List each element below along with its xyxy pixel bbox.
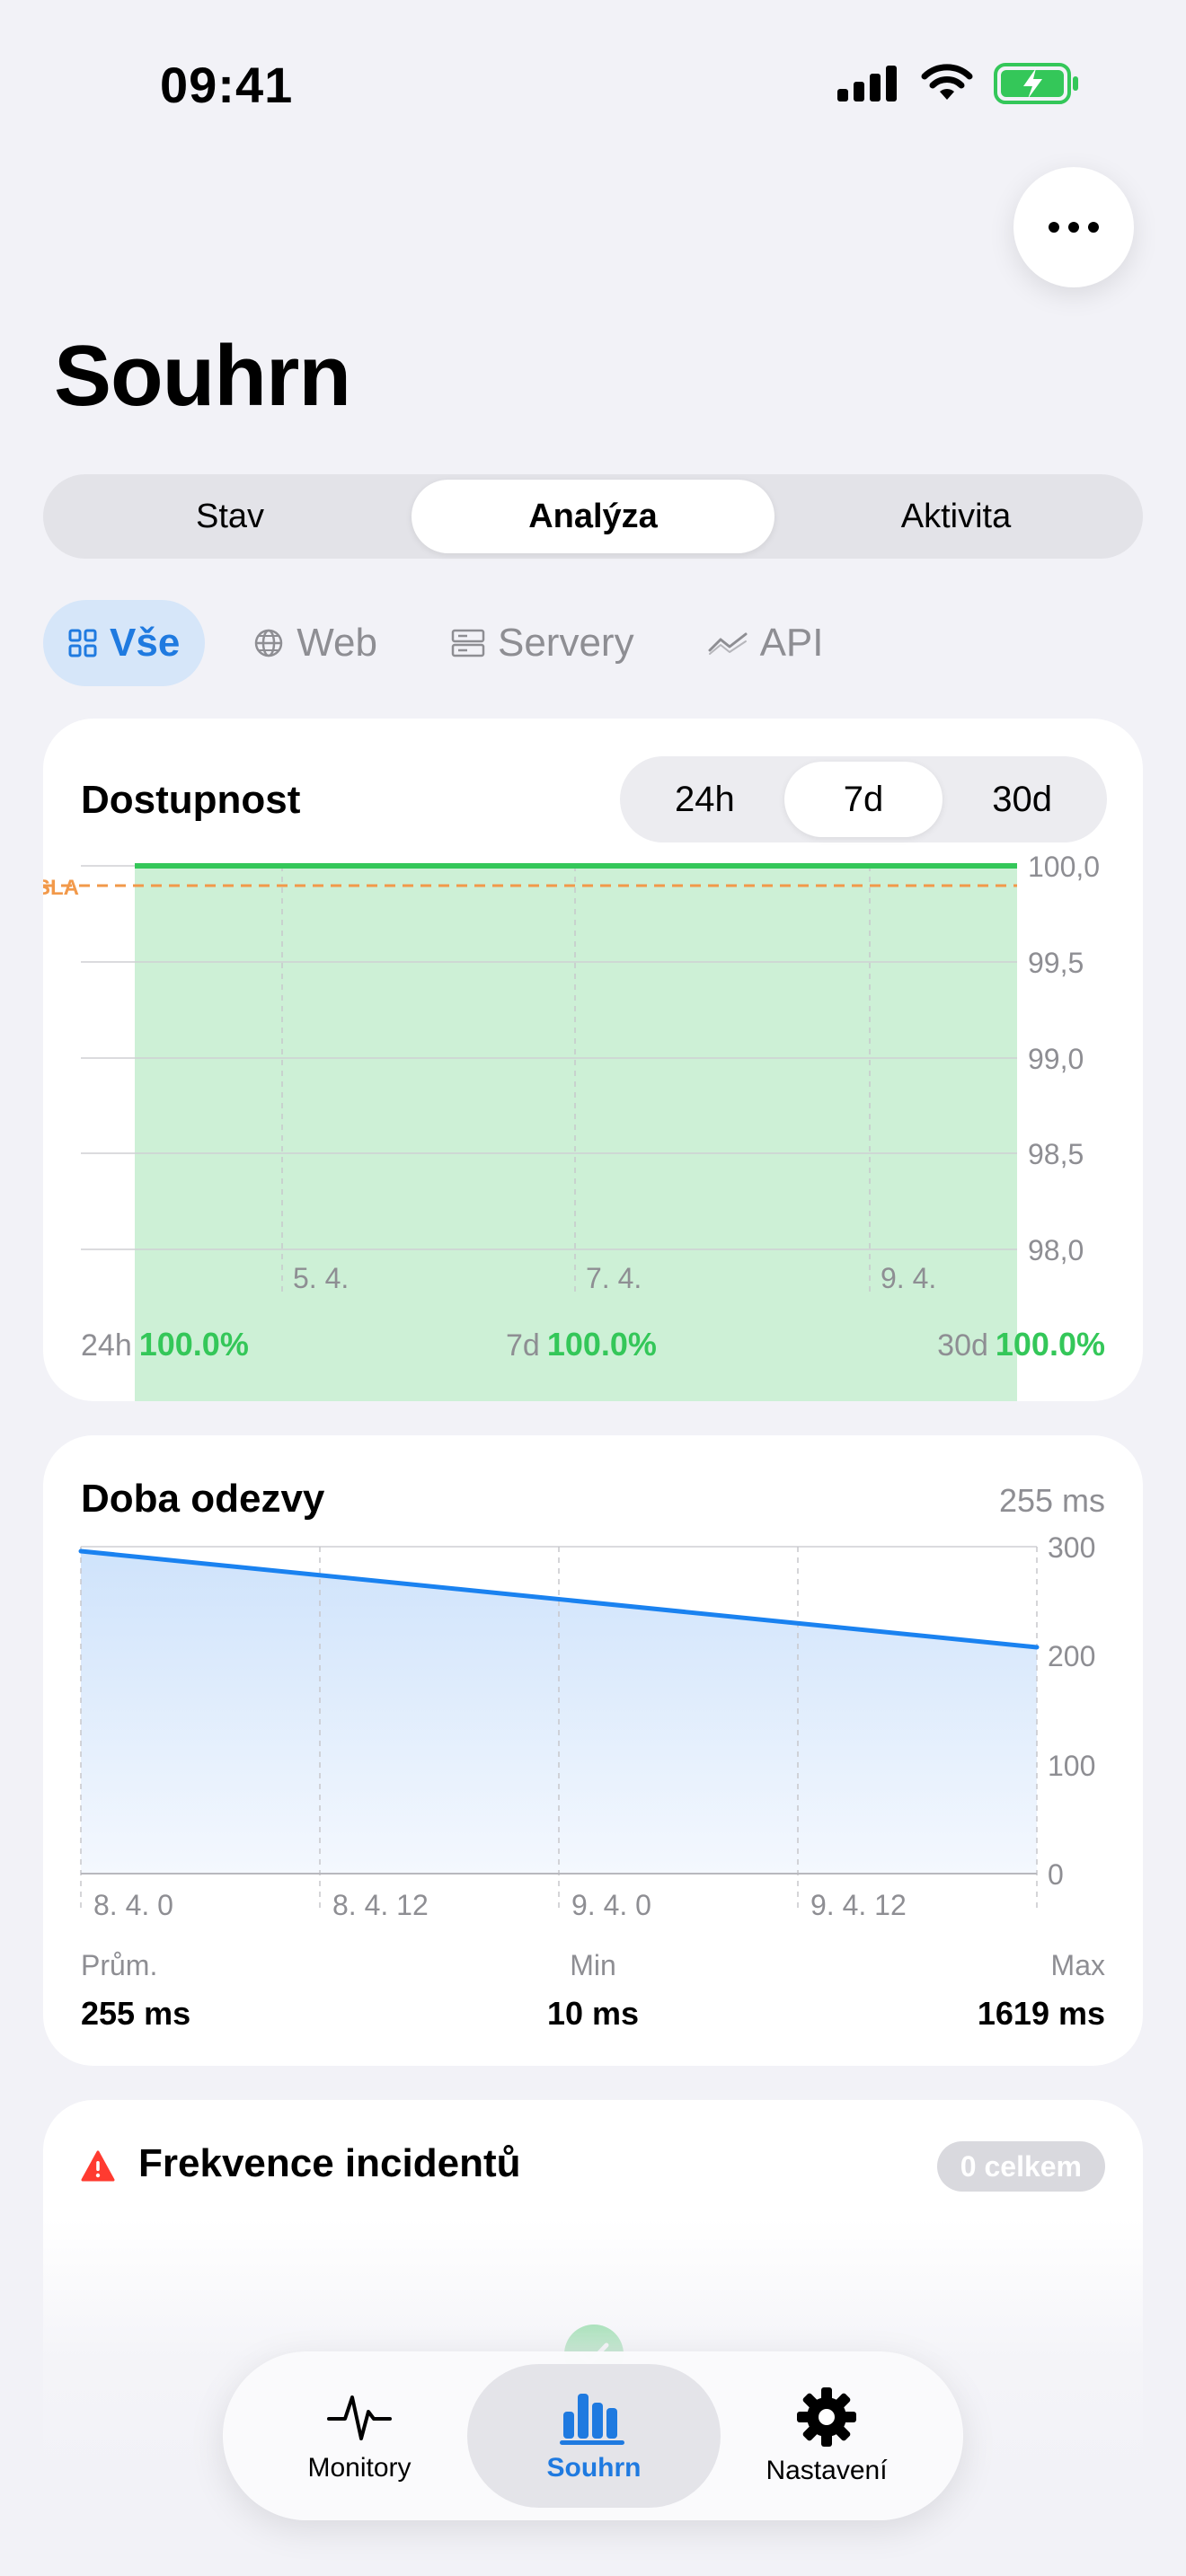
- stat-max: Max 1619 ms: [978, 1949, 1105, 2033]
- segment-aktivita[interactable]: Aktivita: [774, 480, 1137, 553]
- y-tick: 99,5: [1028, 947, 1084, 979]
- stat-7d-period: 7d: [506, 1328, 540, 1363]
- grid-icon: [68, 629, 97, 657]
- tab-monitory[interactable]: Monitory: [259, 2351, 460, 2520]
- trend-icon: [708, 632, 748, 655]
- filter-api[interactable]: API: [683, 600, 849, 686]
- y-tick: 0: [1048, 1858, 1064, 1891]
- y-tick: 98,5: [1028, 1138, 1084, 1170]
- stat-max-value: 1619 ms: [977, 1995, 1105, 2032]
- y-tick: 100,0: [1028, 851, 1100, 883]
- gear-icon: [797, 2387, 856, 2447]
- tab-monitory-label: Monitory: [307, 2453, 412, 2483]
- incidents-title: Frekvence incidentů: [138, 2141, 521, 2185]
- server-icon: [451, 629, 485, 657]
- response-time-card: Doba odezvy 255 ms 300 200 100 0 8. 4. 0…: [43, 1435, 1143, 2066]
- availability-card: Dostupnost 24h 7d 30d SLA 100,0 99,5 99,…: [43, 719, 1143, 1401]
- response-time-chart: 300 200 100 0 8. 4. 0 8. 4. 12 9. 4. 0 9…: [78, 1531, 1095, 1921]
- stat-24h-value: 100.0%: [138, 1326, 249, 1363]
- status-time: 09:41: [160, 57, 294, 113]
- availability-area: [135, 866, 1017, 1401]
- x-tick: 5. 4.: [293, 1262, 349, 1294]
- filter-vse-label: Vše: [110, 621, 181, 665]
- y-tick: 100: [1048, 1750, 1095, 1782]
- sla-label: SLA: [43, 876, 79, 900]
- segment-stav[interactable]: Stav: [49, 480, 412, 553]
- segment-analyza[interactable]: Analýza: [412, 480, 774, 553]
- stat-30d-value: 100.0%: [995, 1326, 1105, 1363]
- stat-7d-value: 100.0%: [546, 1326, 657, 1363]
- wifi-icon: [921, 64, 973, 100]
- screen: 09:41 Souhrn Stav Analýza Aktivita Vše W…: [0, 0, 1186, 2576]
- availability-chart: SLA 100,0 99,5 99,0 98,5 98,0 5. 4. 7. 4…: [43, 851, 1100, 1401]
- y-tick: 300: [1048, 1531, 1095, 1564]
- stat-30d-period: 30d: [937, 1328, 988, 1363]
- filter-web[interactable]: Web: [228, 600, 403, 686]
- incidents-count-badge: 0 celkem: [936, 2141, 1105, 2192]
- x-tick: 7. 4.: [586, 1262, 642, 1294]
- view-segmented-control: Stav Analýza Aktivita: [43, 474, 1143, 559]
- x-tick: 9. 4. 12: [810, 1889, 907, 1921]
- stat-24h-period: 24h: [81, 1328, 132, 1363]
- y-tick: 98,0: [1028, 1234, 1084, 1266]
- x-tick: 8. 4. 12: [332, 1889, 429, 1921]
- filter-servery-label: Servery: [497, 621, 634, 665]
- category-filters: Vše Web Servery API: [43, 600, 849, 686]
- x-tick: 9. 4.: [881, 1262, 936, 1294]
- stat-24h: 24h 100.0%: [81, 1326, 249, 1363]
- x-tick: 8. 4. 0: [93, 1889, 173, 1921]
- filter-api-label: API: [759, 621, 824, 665]
- filter-vse[interactable]: Vše: [43, 600, 206, 686]
- stat-max-label: Max: [1050, 1949, 1105, 1981]
- status-icons: [837, 63, 1080, 104]
- tab-souhrn[interactable]: Souhrn: [467, 2364, 721, 2508]
- stat-7d: 7d 100.0%: [506, 1326, 657, 1363]
- tab-nastaveni[interactable]: Nastavení: [726, 2351, 927, 2520]
- cellular-signal-icon: [837, 66, 897, 101]
- more-options-button[interactable]: [1013, 167, 1134, 287]
- stat-30d: 30d 100.0%: [937, 1326, 1105, 1363]
- y-tick: 99,0: [1028, 1043, 1084, 1075]
- globe-icon: [255, 629, 283, 657]
- warning-icon: [81, 2150, 115, 2182]
- y-tick: 200: [1048, 1640, 1095, 1672]
- tab-bar: Monitory Souhrn Nastavení: [223, 2351, 963, 2520]
- pulse-icon: [327, 2395, 392, 2440]
- filter-web-label: Web: [296, 621, 377, 665]
- tab-nastaveni-label: Nastavení: [766, 2456, 888, 2485]
- x-tick: 9. 4. 0: [571, 1889, 651, 1921]
- bar-chart-icon: [560, 2394, 624, 2445]
- battery-charging-icon: [994, 63, 1078, 104]
- tab-souhrn-label: Souhrn: [546, 2453, 642, 2483]
- filter-servery[interactable]: Servery: [426, 600, 659, 686]
- page-title: Souhrn: [54, 328, 351, 424]
